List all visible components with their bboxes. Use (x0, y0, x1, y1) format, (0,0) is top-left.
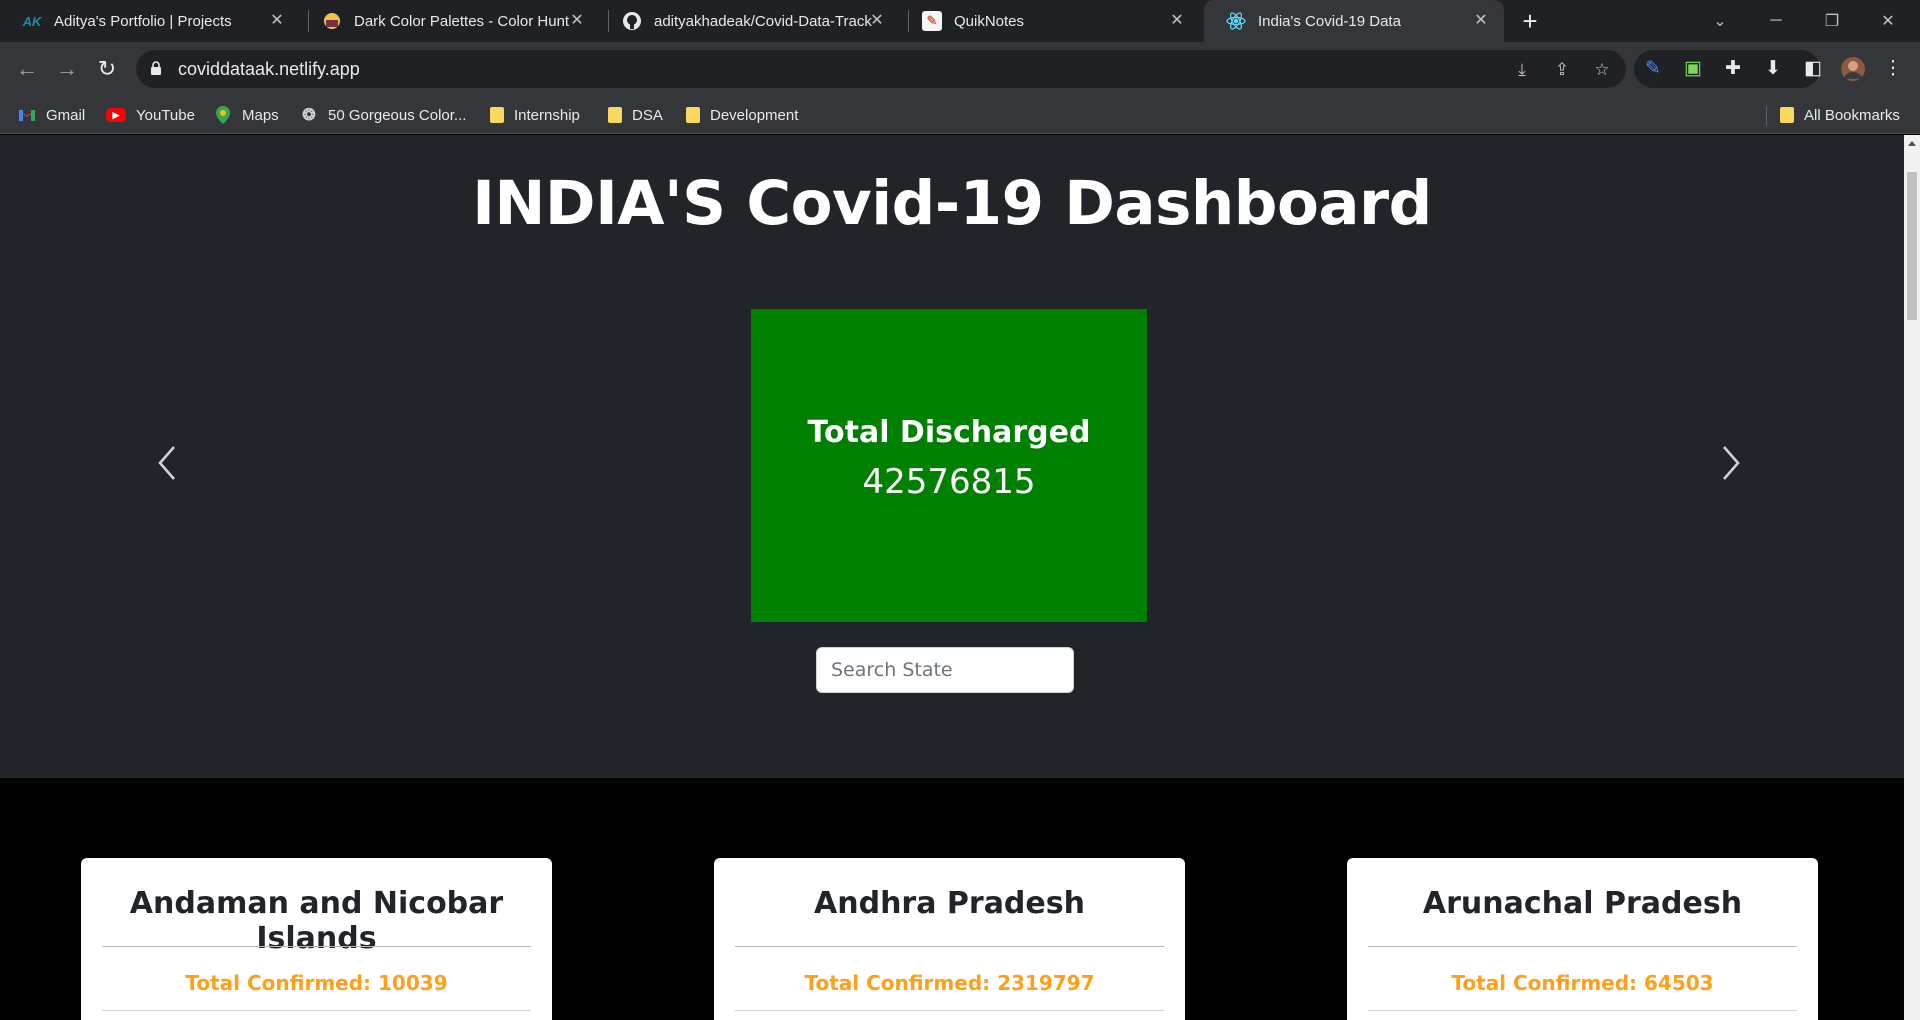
bookmark-label: DSA (632, 106, 663, 124)
reload-icon[interactable]: ↻ (92, 54, 122, 84)
close-tab-icon[interactable]: ✕ (568, 12, 586, 30)
new-tab-plus-icon[interactable]: + (1516, 8, 1544, 36)
side-panel-icon[interactable]: ◧ (1798, 54, 1828, 84)
close-tab-icon[interactable]: ✕ (1168, 12, 1186, 30)
gmail-icon (18, 106, 36, 124)
tab-search-chevron-icon[interactable]: ⌄ (1692, 0, 1748, 42)
tab-covid-data[interactable]: India's Covid-19 Data ✕ (1204, 0, 1504, 42)
bookmark-folder-internship[interactable]: Internship (490, 96, 580, 134)
tab-portfolio[interactable]: AK Aditya's Portfolio | Projects ✕ (0, 0, 300, 42)
tab-title: QuikNotes (954, 12, 1025, 30)
color-hunt-favicon-icon (322, 11, 342, 31)
scroll-up-arrow-icon[interactable] (1908, 141, 1916, 146)
tab-strip: AK Aditya's Portfolio | Projects ✕ Dark … (0, 0, 1920, 42)
state-name: Andhra Pradesh (814, 886, 1085, 921)
folder-icon (608, 107, 622, 123)
github-icon (622, 11, 642, 31)
back-arrow-icon[interactable]: ← (12, 54, 42, 84)
page-viewport: INDIA'S Covid-19 Dashboard Total Dischar… (0, 135, 1904, 1020)
search-state-input[interactable] (816, 647, 1074, 693)
total-confirmed: Total Confirmed: 64503 (1451, 971, 1714, 995)
carousel-next-chevron-icon[interactable] (1710, 441, 1750, 485)
forward-arrow-icon[interactable]: → (52, 54, 82, 84)
page-title: INDIA'S Covid-19 Dashboard (472, 168, 1432, 239)
palette-icon: ❂ (302, 107, 316, 124)
folder-icon (686, 107, 700, 123)
total-confirmed: Total Confirmed: 2319797 (804, 971, 1095, 995)
maps-pin-icon (214, 106, 232, 124)
react-icon (1226, 11, 1246, 31)
bookmark-label: 50 Gorgeous Color... (328, 106, 467, 124)
bookmark-maps[interactable]: Maps (214, 96, 279, 134)
divider (1368, 1010, 1797, 1011)
bookmark-color-palettes[interactable]: ❂ 50 Gorgeous Color... (300, 96, 466, 134)
url-text[interactable]: coviddataak.netlify.app (178, 59, 360, 80)
share-icon[interactable]: ⇪ (1552, 60, 1572, 80)
hero-section: INDIA'S Covid-19 Dashboard Total Dischar… (0, 135, 1904, 778)
restore-icon[interactable]: ❐ (1804, 0, 1860, 42)
bookmarks-divider (1766, 106, 1767, 126)
downloads-icon[interactable]: ⬇ (1758, 54, 1788, 84)
divider (735, 946, 1164, 947)
tab-title: Aditya's Portfolio | Projects (54, 12, 232, 30)
bookmark-label: Internship (514, 106, 580, 124)
youtube-icon: ▶ (106, 108, 126, 122)
tab-title: India's Covid-19 Data (1258, 12, 1401, 30)
bookmark-folder-development[interactable]: Development (686, 96, 798, 134)
address-bar[interactable]: coviddataak.netlify.app ⤓ ⇪ ☆ (136, 50, 1626, 88)
eyedropper-extension-icon[interactable]: ✎ (1638, 54, 1668, 84)
bookmark-label: YouTube (136, 106, 195, 124)
bookmarks-bar: Gmail ▶ YouTube Maps ❂ 50 Gorgeous Color… (0, 96, 1920, 134)
tab-quiknotes[interactable]: ✎ QuikNotes ✕ (900, 0, 1200, 42)
divider (102, 1010, 531, 1011)
close-tab-icon[interactable]: ✕ (868, 12, 886, 30)
menu-kebab-icon[interactable]: ⋮ (1878, 54, 1908, 84)
extensions-puzzle-icon[interactable]: ✚ (1718, 54, 1748, 84)
state-name: Arunachal Pradesh (1422, 886, 1743, 921)
page-scrollbar[interactable] (1904, 135, 1920, 1020)
color-extension-icon[interactable]: ▣ (1678, 54, 1708, 84)
close-window-icon[interactable]: ✕ (1860, 0, 1916, 42)
install-app-icon[interactable]: ⤓ (1512, 60, 1532, 80)
bookmark-label: Gmail (46, 106, 86, 124)
state-card: Andhra Pradesh Total Confirmed: 2319797 (714, 858, 1185, 1020)
lock-icon (151, 61, 161, 75)
tab-title: adityakhadeak/Covid-Data-Track (654, 12, 872, 30)
portfolio-favicon-icon: AK (22, 13, 42, 29)
scrollbar-thumb[interactable] (1907, 172, 1917, 320)
bookmark-gmail[interactable]: Gmail (18, 96, 85, 134)
state-card: Arunachal Pradesh Total Confirmed: 64503 (1347, 858, 1818, 1020)
bookmark-folder-dsa[interactable]: DSA (608, 96, 663, 134)
bookmark-label: Maps (242, 106, 279, 124)
divider (1368, 946, 1797, 947)
divider (102, 946, 531, 947)
carousel-slide-total-discharged: Total Discharged 42576815 (751, 309, 1147, 622)
folder-icon (490, 107, 504, 123)
close-tab-icon[interactable]: ✕ (1472, 12, 1490, 30)
browser-toolbar: ← → ↻ coviddataak.netlify.app ⤓ ⇪ ☆ ✎ ▣ … (0, 42, 1920, 96)
divider (735, 1010, 1164, 1011)
bookmark-youtube[interactable]: ▶ YouTube (106, 96, 195, 134)
close-tab-icon[interactable]: ✕ (268, 12, 286, 30)
minimize-icon[interactable]: ─ (1748, 0, 1804, 42)
bookmark-star-icon[interactable]: ☆ (1592, 60, 1612, 80)
bookmark-label: Development (710, 106, 799, 124)
carousel-prev-chevron-icon[interactable] (148, 441, 188, 485)
tab-color-hunt[interactable]: Dark Color Palettes - Color Hunt ✕ (300, 0, 600, 42)
all-bookmarks-label: All Bookmarks (1804, 106, 1900, 124)
stat-value: 42576815 (862, 462, 1036, 502)
stat-label: Total Discharged (807, 415, 1091, 450)
tab-github[interactable]: adityakhadeak/Covid-Data-Track ✕ (600, 0, 900, 42)
notepad-icon: ✎ (922, 11, 942, 31)
tab-title: Dark Color Palettes - Color Hunt (354, 12, 570, 30)
profile-avatar[interactable] (1838, 54, 1868, 84)
folder-icon (1780, 107, 1794, 123)
state-card: Andaman and Nicobar Islands Total Confir… (81, 858, 552, 1020)
all-bookmarks-folder[interactable]: All Bookmarks (1780, 96, 1900, 134)
total-confirmed: Total Confirmed: 10039 (185, 971, 448, 995)
